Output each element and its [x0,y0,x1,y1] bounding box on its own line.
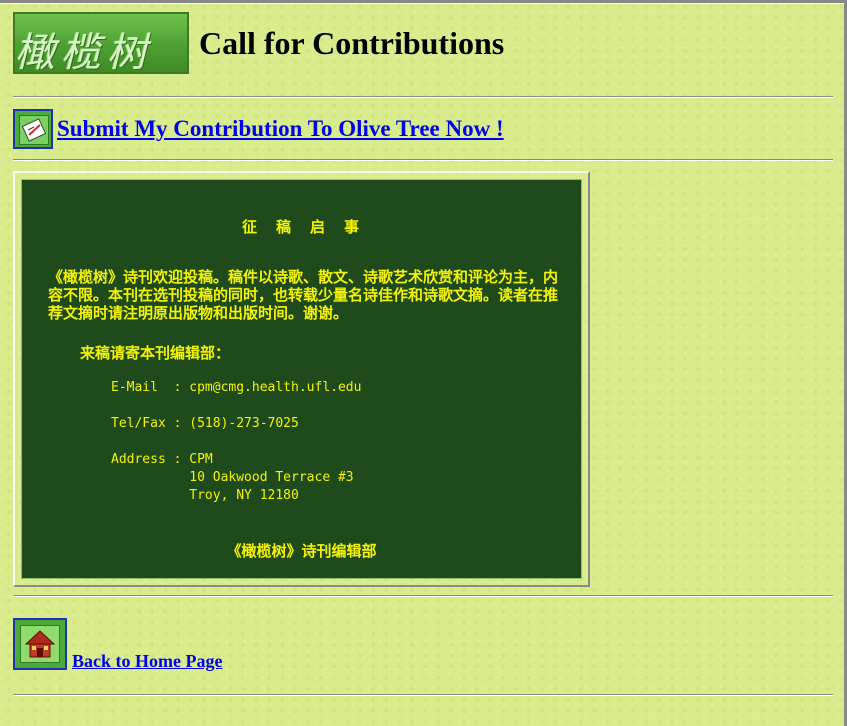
olive-tree-logo[interactable]: 橄榄树 [13,12,189,74]
address-line: Address : CPM [111,452,213,467]
divider [13,694,833,696]
submit-contribution-link[interactable]: Submit My Contribution To Olive Tree Now… [57,116,504,142]
page-header: 橄榄树 Call for Contributions [13,12,504,74]
back-to-home-link[interactable]: Back to Home Page [72,651,222,672]
tel-fax-line: Tel/Fax : (518)-273-7025 [111,416,299,431]
window-top-border [0,0,847,4]
call-for-contributions-notice: 征 稿 启 事 《橄榄树》诗刊欢迎投稿。稿件以诗歌、散文、诗歌艺术欣赏和评论为主… [21,179,582,579]
pencil-document-icon [19,115,49,145]
notice-send-to: 来稿请寄本刊编辑部： [80,344,231,362]
email-line: E-Mail : cpm@cmg.health.ufl.edu [111,380,362,395]
address-line: 10 Oakwood Terrace #3 [111,470,354,485]
home-row: Back to Home Page [13,618,222,672]
divider [13,595,833,597]
divider [13,159,833,161]
page-title: Call for Contributions [199,24,505,61]
address-line: Troy, NY 12180 [111,488,299,503]
notice-signature: 《橄榄树》诗刊编辑部 [226,542,377,560]
logo-text: 橄榄树 [15,30,153,74]
submit-icon-button[interactable] [13,109,53,149]
notice-heading: 征 稿 启 事 [241,218,361,236]
notice-frame: 征 稿 启 事 《橄榄树》诗刊欢迎投稿。稿件以诗歌、散文、诗歌艺术欣赏和评论为主… [13,171,590,587]
notice-body: 《橄榄树》诗刊欢迎投稿。稿件以诗歌、散文、诗歌艺术欣赏和评论为主，内容不限。本刊… [48,268,559,322]
home-icon-button[interactable] [13,618,67,670]
submit-row: Submit My Contribution To Olive Tree Now… [13,109,504,149]
divider [13,96,833,98]
house-icon [20,625,60,663]
